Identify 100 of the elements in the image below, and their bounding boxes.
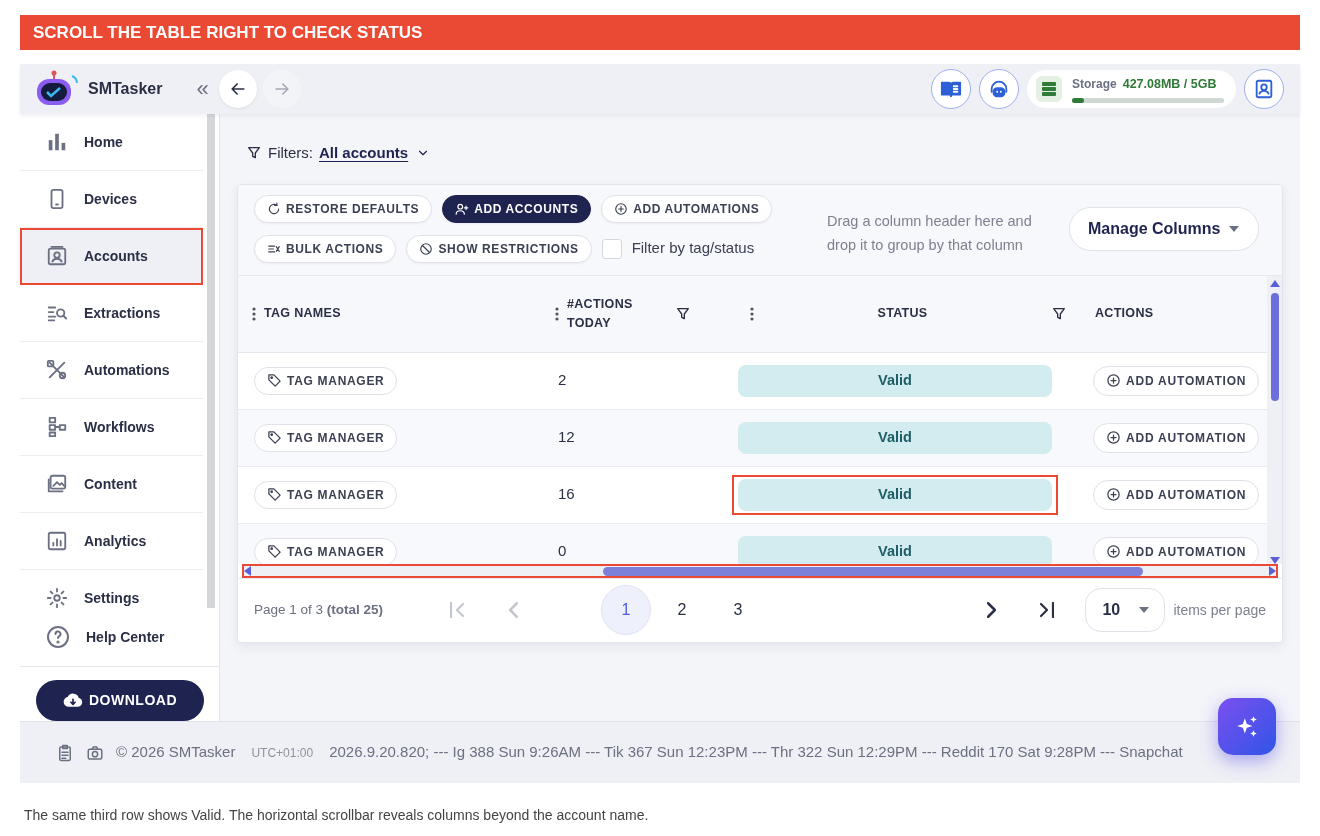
status-badge: Valid <box>738 421 1052 454</box>
app-name: SMTasker <box>88 79 163 99</box>
column-menu-icon[interactable] <box>750 306 754 321</box>
chart-icon <box>46 530 68 552</box>
table-cell-text: 2 <box>558 370 567 391</box>
tag-button[interactable]: TAG MANAGER <box>254 423 398 452</box>
tools-icon <box>46 359 68 381</box>
page-button[interactable]: 2 <box>657 585 707 635</box>
tag-icon <box>267 487 282 502</box>
filter-label: Filters: <box>268 143 313 163</box>
toolbar-button[interactable]: ADD ACCOUNTS <box>442 194 592 223</box>
profile-icon <box>1253 78 1275 100</box>
column-header[interactable]: TAG NAMES <box>264 304 527 323</box>
robot-logo-icon <box>34 70 80 108</box>
ban-icon <box>419 241 434 256</box>
tag-button[interactable]: TAG MANAGER <box>254 480 398 509</box>
caret-icon <box>1228 224 1240 233</box>
add-automation-button[interactable]: ADD AUTOMATION <box>1093 536 1260 564</box>
sidebar-item[interactable]: Workflows <box>20 399 203 456</box>
back-button[interactable] <box>218 70 257 108</box>
page-summary: Page 1 of 3 (total 25) <box>254 600 385 619</box>
tag-icon <box>267 430 282 445</box>
bar-chart-icon <box>46 131 68 153</box>
vertical-scrollbar[interactable] <box>1267 275 1282 564</box>
collapse-button[interactable]: « <box>192 78 213 100</box>
copyright-text: © 2026 SMTasker <box>116 742 236 763</box>
sidebar-item[interactable]: Automations <box>20 342 203 399</box>
scroll-thumb[interactable] <box>1270 292 1279 401</box>
chevron-icon <box>508 602 518 618</box>
toolbar-button[interactable]: RESTORE DEFAULTS <box>254 194 433 223</box>
plus-circle-icon <box>1106 544 1121 559</box>
guide-button[interactable] <box>931 69 971 109</box>
add-automation-button[interactable]: ADD AUTOMATION <box>1093 422 1260 453</box>
headset-icon <box>988 78 1010 100</box>
page-button[interactable]: 3 <box>713 585 763 635</box>
tag-button[interactable]: TAG MANAGER <box>254 537 398 564</box>
chevron-icon <box>450 602 464 618</box>
status-badge: Valid <box>738 535 1052 564</box>
toolbar-button[interactable]: ADD AUTOMATIONS <box>601 194 773 223</box>
clipboard-icon <box>56 743 74 762</box>
sidebar-item[interactable]: Analytics <box>20 513 203 570</box>
page-size-label: items per page <box>1173 600 1266 620</box>
scroll-right-icon[interactable] <box>1269 565 1276 576</box>
column-header[interactable]: STATUS <box>762 304 1043 323</box>
add-automation-button[interactable]: ADD AUTOMATION <box>1093 479 1260 510</box>
profile-button[interactable] <box>1244 69 1284 109</box>
status-badge: Valid <box>738 364 1052 397</box>
filter-dropdown[interactable]: All accounts <box>319 142 431 165</box>
gear-icon <box>46 587 68 608</box>
add-automation-button[interactable]: ADD AUTOMATION <box>1093 365 1260 396</box>
plus-circle-icon <box>1106 373 1121 388</box>
filter-icon[interactable] <box>1051 305 1067 322</box>
plus-circle-icon <box>614 201 629 216</box>
toolbar-button[interactable]: SHOW RESTRICTIONS <box>406 234 592 263</box>
restore-icon <box>267 201 281 216</box>
timezone-text: UTC+01:00 <box>251 744 314 762</box>
page-button[interactable]: 1 <box>601 585 651 635</box>
id-card-icon <box>46 245 68 267</box>
storage-icon <box>1036 76 1062 102</box>
sidebar-item[interactable]: Content <box>20 456 203 513</box>
page-size-dropdown[interactable]: 10 <box>1085 588 1166 632</box>
plus-circle-icon <box>1106 430 1121 445</box>
table-cell-text: 16 <box>558 484 575 505</box>
chevron-icon <box>986 602 996 618</box>
sidebar-item[interactable]: Extractions <box>20 285 203 342</box>
checkbox[interactable] <box>601 238 622 259</box>
scroll-left-icon[interactable] <box>244 565 251 576</box>
column-header[interactable]: #ACTIONS TODAY <box>567 294 667 333</box>
support-button[interactable] <box>979 69 1019 109</box>
group-hint: Drag a column header here and drop it to group by that column <box>827 211 1033 255</box>
column-header[interactable]: ACTIONS <box>1095 304 1253 323</box>
camera-icon <box>86 743 104 762</box>
tag-icon <box>267 373 282 388</box>
checkbox-label: Filter by tag/status <box>631 238 755 259</box>
column-menu-icon[interactable] <box>252 306 256 321</box>
download-button[interactable]: DOWNLOAD <box>36 680 204 721</box>
help-icon <box>46 625 70 649</box>
tag-icon <box>267 544 282 559</box>
scrollbar[interactable] <box>207 114 215 608</box>
plus-circle-icon <box>1106 487 1121 502</box>
workflow-icon <box>46 416 68 438</box>
images-icon <box>46 473 68 495</box>
sparkle-button[interactable] <box>1218 698 1276 755</box>
add-user-icon <box>455 201 470 216</box>
sidebar-item[interactable]: Accounts <box>20 228 203 285</box>
table-cell-text: 12 <box>558 427 575 448</box>
caption: The same third row shows Valid. The horizontal scrollbar reveals columns beyond the account name. <box>24 806 650 825</box>
caret-icon <box>1138 606 1151 614</box>
chevron-icon <box>1040 602 1055 618</box>
help-link[interactable]: Help Center <box>20 616 219 658</box>
scroll-up-icon[interactable] <box>1269 279 1280 287</box>
tag-button[interactable]: TAG MANAGER <box>254 366 398 395</box>
storage-value: 427.08MB / 5GB <box>1122 75 1217 93</box>
toolbar-button[interactable]: BULK ACTIONS <box>254 234 397 263</box>
filter-icon[interactable] <box>675 305 691 322</box>
sidebar-item[interactable]: Home <box>20 114 203 171</box>
sidebar-item[interactable]: Settings <box>20 570 203 608</box>
activity-ticker: 2026.9.20.820; --- Ig 388 Sun 9:26AM --- Tik 367 Sun 12:23PM --- Thr 322 Sun 12:29PM --- Reddit 170 Sat 9:28PM --- Snapchat <box>329 742 1183 763</box>
manage-columns-dropdown[interactable]: Manage Columns <box>1069 206 1259 251</box>
column-menu-icon[interactable] <box>555 306 559 321</box>
